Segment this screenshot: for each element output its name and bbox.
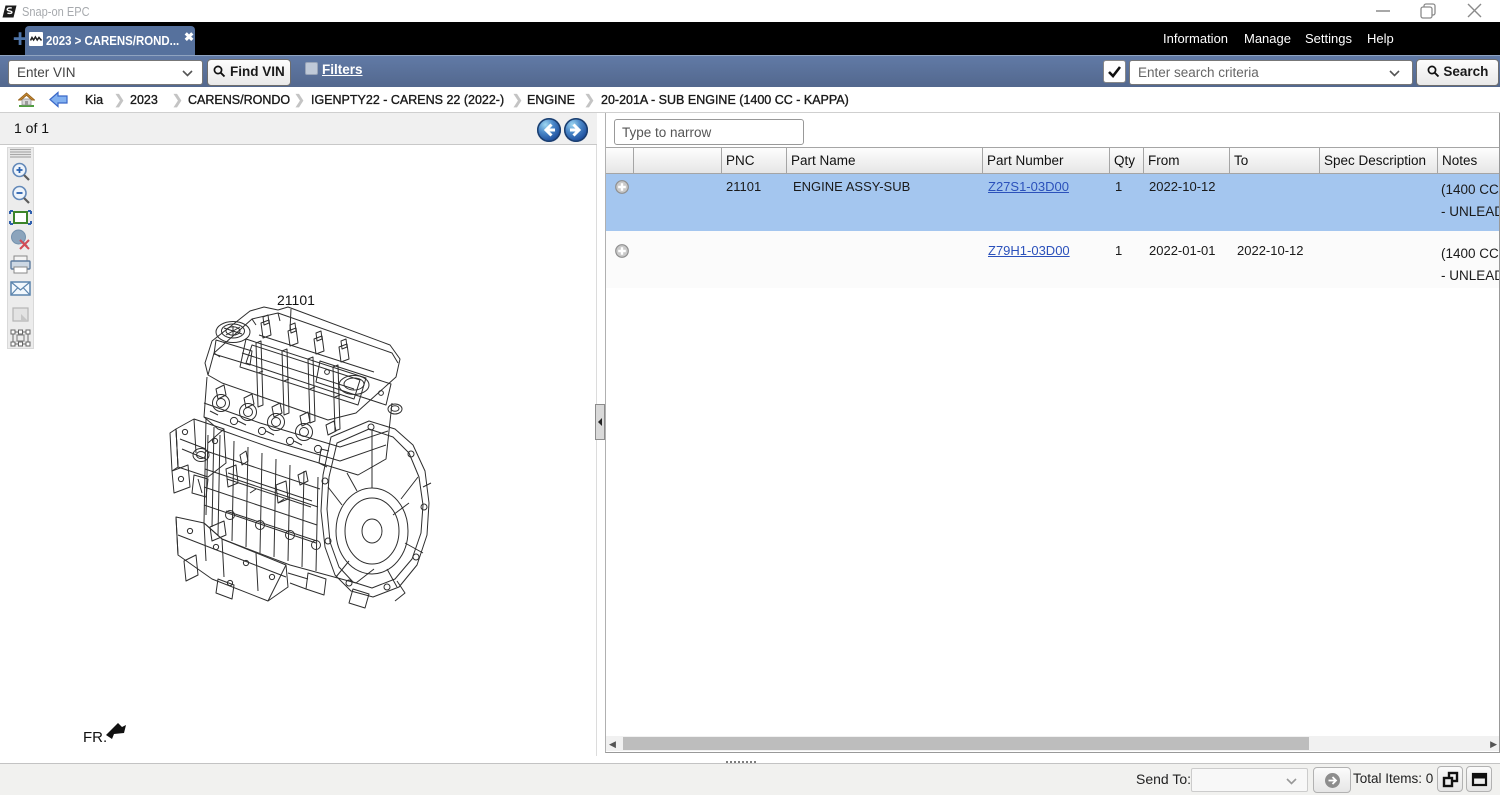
svg-text:21101: 21101 <box>277 292 315 308</box>
